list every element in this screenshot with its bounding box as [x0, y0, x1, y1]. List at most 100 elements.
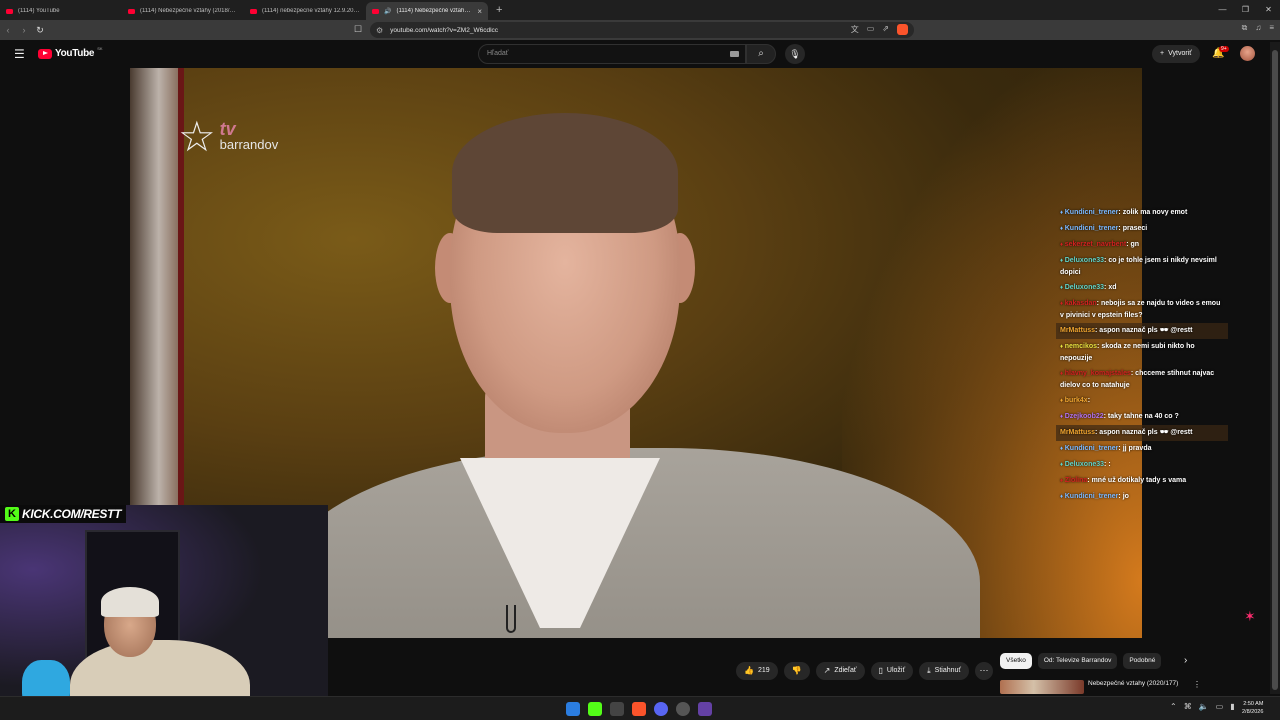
youtube-favicon-icon — [250, 8, 257, 14]
tray-overflow-icon[interactable]: ⌃ — [1170, 702, 1177, 711]
dislike-button[interactable]: 👎 — [783, 662, 810, 680]
discord-icon[interactable] — [654, 702, 668, 716]
taskbar-apps — [566, 702, 712, 716]
kick-url-text: KICK.COM/RESTT — [22, 507, 122, 521]
search-input[interactable]: Hľadať — [478, 44, 746, 64]
chat-text: mné už dotikaly tady s vama — [1091, 477, 1187, 484]
chat-username[interactable]: Deluxone33 — [1065, 461, 1104, 468]
chat-username[interactable]: sekerzet_navrbent — [1065, 241, 1126, 248]
account-avatar[interactable] — [1240, 46, 1255, 61]
chat-username[interactable]: kakasdan — [1065, 300, 1097, 307]
extensions-icon[interactable]: ⧉ — [1242, 23, 1248, 33]
obs-icon[interactable] — [676, 702, 690, 716]
scrollbar-thumb[interactable] — [1272, 50, 1278, 690]
chip-related[interactable]: Podobné — [1123, 653, 1162, 669]
tab-title: (1114) Nebezpečné vztahy (2018/17... — [140, 8, 238, 14]
bookmark-icon[interactable]: ☐ — [354, 24, 362, 35]
chat-username[interactable]: Kundicni_trener — [1065, 445, 1119, 452]
share-icon[interactable]: ⇗ — [882, 24, 889, 35]
site-info-icon[interactable]: ⚙ — [376, 26, 383, 35]
video-actions: 👍 219 👎 ↗ Zdieľať ▯ Uložiť ⤓ Stiahnuť ⋯ — [736, 662, 994, 680]
battery-icon[interactable]: ▮ — [1230, 702, 1234, 711]
toolbar-right-icons: ⧉ ♫ ≡ — [1242, 23, 1274, 33]
media-control-icon[interactable]: ♫ — [1255, 23, 1261, 33]
logo-brand-text: barrandov — [219, 137, 279, 152]
chat-text: aspon naznač pls 🕶 @restt — [1099, 327, 1193, 334]
streamer-beanie — [101, 587, 159, 617]
chat-username[interactable]: Kundicni_trener — [1065, 493, 1119, 500]
browser-tab-2[interactable]: (1114) Nebezpečné vztahy (2018/17... — [122, 2, 244, 20]
chip-from-channel[interactable]: Od: Televize Barrandov — [1037, 653, 1118, 669]
recommendation-thumbnail[interactable] — [1000, 680, 1084, 694]
display-icon[interactable]: ▭ — [1216, 702, 1224, 711]
chat-text: xd — [1108, 284, 1117, 291]
create-button[interactable]: + Vytvoriť — [1152, 45, 1200, 63]
search-button[interactable]: ⌕ — [746, 44, 776, 64]
chevron-right-icon[interactable]: › — [1184, 655, 1187, 666]
chat-username[interactable]: Zlolina — [1065, 477, 1088, 484]
file-explorer-icon[interactable] — [610, 702, 624, 716]
url-text: youtube.com/watch?v=ZM2_W6cdlcc — [390, 26, 499, 34]
save-label: Uložiť — [886, 667, 906, 674]
screen: (1114) YouTube (1114) Nebezpečné vztahy … — [0, 0, 1280, 720]
chat-username[interactable]: Deluxone33 — [1065, 284, 1104, 291]
new-tab-button[interactable]: + — [496, 4, 502, 16]
youtube-logo[interactable]: YouTube SK — [38, 46, 103, 59]
volume-icon[interactable]: 🔈 — [1199, 702, 1209, 711]
twitch-tool-icon[interactable] — [698, 702, 712, 716]
stream-chat-overlay: ♦ Kundicni_trener: zolik ma novy emot ♦ K… — [1056, 205, 1228, 505]
recommendation-title[interactable]: Nebezpečné vztahy (2020/177) — [1088, 680, 1178, 687]
close-tab-icon[interactable]: × — [477, 7, 482, 16]
audio-playing-icon[interactable]: 🔊 — [384, 8, 391, 15]
hamburger-menu-icon[interactable]: ☰ — [14, 47, 25, 61]
recommendation-menu-icon[interactable]: ⋮ — [1193, 680, 1201, 689]
chat-username[interactable]: MrMattuss — [1060, 327, 1095, 334]
page-scrollbar[interactable] — [1270, 42, 1280, 694]
youtube-favicon-icon — [372, 8, 379, 14]
close-window-button[interactable]: ✕ — [1257, 0, 1280, 20]
chat-message: ♦ Deluxone33: xd — [1056, 280, 1228, 296]
voice-search-button[interactable]: 🎙 — [785, 44, 805, 64]
chat-message: ♦ hlavny_komajstales: chcceme stihnut na… — [1056, 366, 1228, 393]
brave-browser-icon[interactable] — [632, 702, 646, 716]
chat-username[interactable]: Dzejkoob22 — [1065, 413, 1104, 420]
chat-username[interactable]: burk4x — [1065, 397, 1088, 404]
like-button[interactable]: 👍 219 — [736, 662, 778, 680]
microphone-icon: 🎙 — [789, 49, 801, 59]
chat-text: praseci — [1122, 225, 1148, 232]
chat-username[interactable]: hlavny_komajstales — [1065, 370, 1131, 377]
download-button[interactable]: ⤓ Stiahnuť — [919, 662, 970, 680]
chat-username[interactable]: Kundicni_trener — [1065, 209, 1119, 216]
chat-username[interactable]: nemcikos — [1065, 343, 1097, 350]
address-bar-actions: 文 ▭ ⇗ — [851, 24, 908, 35]
browser-tab-3[interactable]: (1114) nebezpecne vztahy 12.9.2017 — [244, 2, 366, 20]
maximize-button[interactable]: ❐ — [1234, 0, 1257, 20]
browser-tab-active[interactable]: 🔊 (1114) Nebezpečné vztahy (2... × — [366, 2, 488, 20]
back-icon[interactable]: ‹ — [0, 25, 16, 35]
brave-shields-icon[interactable] — [897, 24, 908, 35]
chat-text: aspon naznač pls 🕶 @restt — [1099, 429, 1193, 436]
chat-username[interactable]: MrMattuss — [1060, 429, 1095, 436]
save-button[interactable]: ▯ Uložiť — [870, 662, 914, 680]
minimize-button[interactable]: — — [1211, 0, 1234, 20]
kick-app-icon[interactable] — [588, 702, 602, 716]
share-button[interactable]: ↗ Zdieľať — [815, 662, 865, 680]
chat-username[interactable]: Deluxone33 — [1065, 257, 1104, 264]
start-icon[interactable] — [566, 702, 580, 716]
menu-icon[interactable]: ≡ — [1269, 23, 1274, 33]
keyboard-icon[interactable] — [730, 51, 739, 57]
translate-icon[interactable]: 文 — [851, 24, 859, 35]
chat-username[interactable]: Kundicni_trener — [1065, 225, 1119, 232]
taskbar-clock[interactable]: 2:50 AM 2/8/2026 — [1242, 700, 1263, 716]
reload-icon[interactable]: ↻ — [32, 25, 48, 36]
network-icon[interactable]: ⌘ — [1184, 702, 1192, 711]
chat-text: jj pravda — [1122, 445, 1152, 452]
forward-icon[interactable]: › — [16, 25, 32, 35]
chat-message: ♦ nemcikos: skoda ze nemi subi nikto ho … — [1056, 339, 1228, 366]
chip-all[interactable]: Všetko — [1000, 653, 1032, 669]
more-actions-button[interactable]: ⋯ — [975, 662, 994, 680]
clock-date: 2/8/2026 — [1242, 709, 1264, 715]
browser-tab-1[interactable]: (1114) YouTube — [0, 2, 122, 20]
address-bar[interactable]: ⚙ youtube.com/watch?v=ZM2_W6cdlcc 文 ▭ ⇗ — [370, 22, 914, 38]
picture-in-picture-icon[interactable]: ▭ — [867, 24, 875, 35]
